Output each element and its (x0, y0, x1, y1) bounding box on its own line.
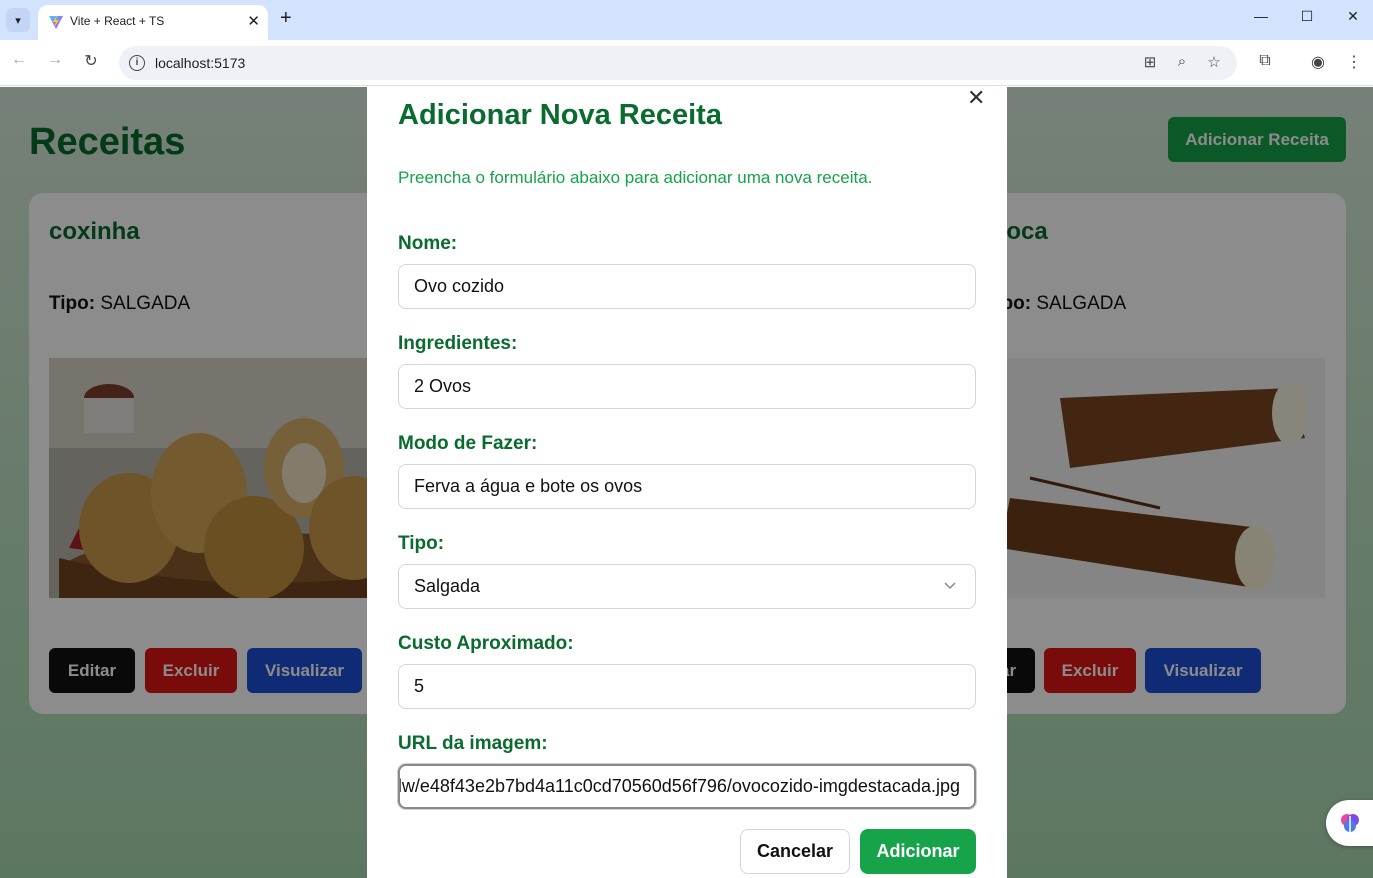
name-label: Nome: (398, 233, 458, 254)
brain-icon (1341, 814, 1359, 832)
type-select-value: Salgada (414, 576, 481, 596)
ingredients-input[interactable]: 2 Ovos (398, 364, 976, 409)
modal-description: Preencha o formulário abaixo para adicio… (398, 168, 873, 187)
vite-logo-icon (49, 15, 63, 29)
browser-tab-bar: ▾ Vite + React + TS ✕ + — ☐ ✕ (0, 0, 1373, 40)
translate-icon[interactable]: ⊞ (1140, 53, 1160, 71)
browser-menu-icon[interactable]: ⋮ (1344, 52, 1364, 72)
minimize-icon[interactable]: — (1246, 8, 1276, 24)
cancel-button[interactable]: Cancelar (740, 829, 850, 874)
browser-tab[interactable]: Vite + React + TS ✕ (38, 5, 268, 40)
modal-title: Adicionar Nova Receita (398, 99, 722, 131)
chevron-down-icon (944, 582, 956, 590)
extensions-puzzle-icon[interactable]: ⧉ (1255, 52, 1275, 70)
browser-toolbar: ← → ↻ i localhost:5173 ⊞ ⌕ ☆ ⧉ ◉ ⋮ (0, 40, 1373, 86)
reload-icon[interactable]: ↻ (80, 51, 102, 71)
new-tab-icon[interactable]: + (280, 7, 292, 30)
cost-label: Custo Aproximado: (398, 633, 574, 654)
bookmark-star-icon[interactable]: ☆ (1204, 53, 1224, 71)
name-input[interactable]: Ovo cozido (398, 264, 976, 309)
type-select[interactable]: Salgada (398, 564, 976, 609)
ingredients-label: Ingredientes: (398, 333, 518, 354)
image-url-label: URL da imagem: (398, 733, 548, 754)
forward-arrow-icon[interactable]: → (44, 51, 66, 69)
submit-add-button[interactable]: Adicionar (860, 829, 976, 874)
site-info-icon[interactable]: i (129, 55, 145, 71)
cost-input[interactable]: 5 (398, 664, 976, 709)
back-arrow-icon[interactable]: ← (8, 51, 30, 69)
tab-title: Vite + React + TS (70, 14, 165, 28)
address-bar[interactable]: i localhost:5173 ⊞ ⌕ ☆ (119, 46, 1237, 80)
tab-search-chevron-icon[interactable]: ▾ (6, 8, 30, 32)
zoom-icon[interactable]: ⌕ (1172, 53, 1192, 70)
method-label: Modo de Fazer: (398, 433, 538, 454)
method-input[interactable]: Ferva a água e bote os ovos (398, 464, 976, 509)
tab-close-icon[interactable]: ✕ (247, 12, 260, 30)
url-text: localhost:5173 (155, 55, 246, 71)
add-recipe-modal: ✕ Adicionar Nova Receita Preencha o form… (367, 85, 1007, 878)
maximize-icon[interactable]: ☐ (1292, 8, 1322, 25)
image-url-value: lw/e48f43e2b7bd4a11c0cd70560d56f796/ovoc… (398, 776, 960, 796)
modal-close-icon[interactable]: ✕ (967, 85, 985, 111)
window-close-icon[interactable]: ✕ (1338, 8, 1368, 25)
type-label: Tipo: (398, 533, 445, 554)
floating-assistant-widget[interactable] (1326, 800, 1373, 846)
image-url-input[interactable]: lw/e48f43e2b7bd4a11c0cd70560d56f796/ovoc… (398, 764, 976, 809)
profile-icon[interactable]: ◉ (1308, 52, 1328, 72)
